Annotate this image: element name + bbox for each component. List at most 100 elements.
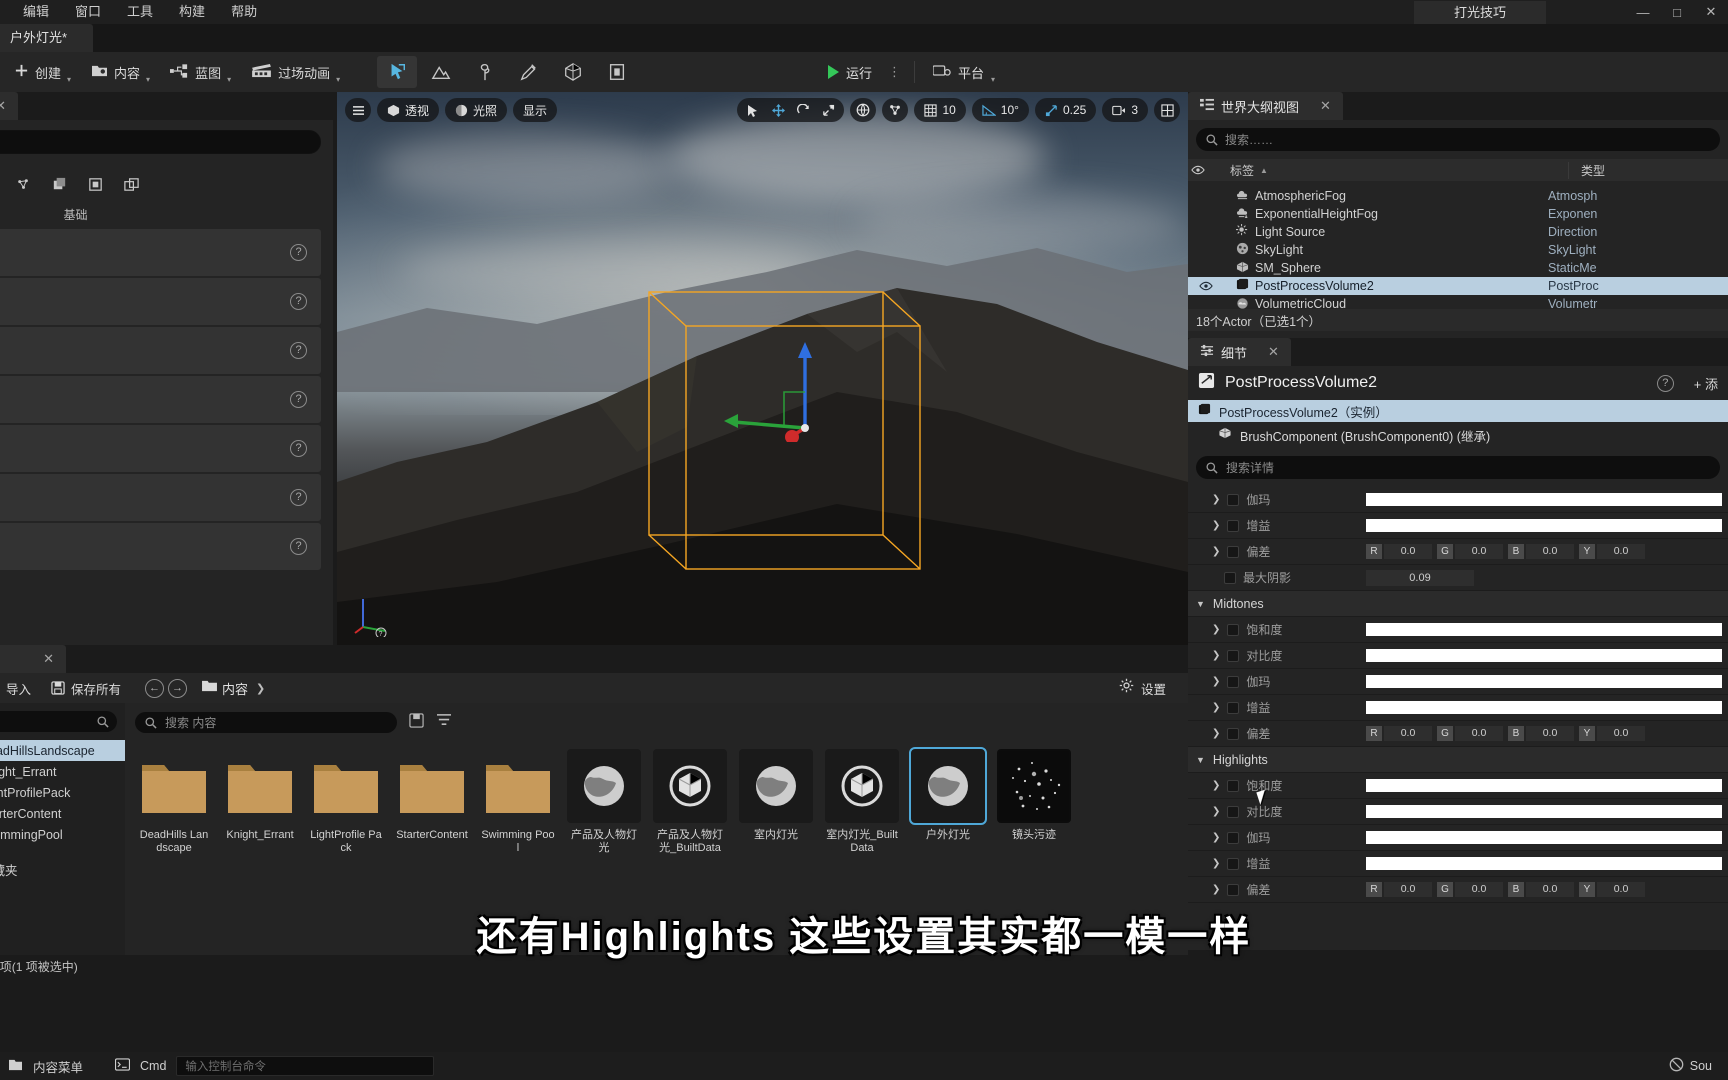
source-control-icon[interactable] [1669,1057,1684,1075]
save-all-button[interactable]: 保存所有 [43,676,129,700]
tree-item-startercontent[interactable]: StarterContent [0,803,125,824]
property-row-offset[interactable]: ❯ 偏差 R 0.0 G 0.0 B 0.0 Y 0.0 [1188,539,1728,565]
help-icon[interactable]: ? [290,489,307,506]
chevron-right-icon[interactable]: ❯ [1212,780,1220,791]
world-outliner-tab[interactable]: 世界大纲视图 ✕ [1188,92,1343,120]
chevron-right-icon[interactable]: ❯ [1212,494,1220,505]
help-icon[interactable]: ? [290,538,307,555]
color-bar[interactable] [1366,701,1722,714]
table-row[interactable]: ExponentialHeightFog Exponen [1188,205,1728,223]
blueprint-button[interactable]: 蓝图 ▾ [160,57,241,87]
property-checkbox[interactable] [1227,857,1240,870]
color-bar[interactable] [1366,805,1722,818]
property-checkbox[interactable] [1227,493,1240,506]
property-row-gain[interactable]: ❯ 增益 [1188,851,1728,877]
tree-item-knight-errant[interactable]: Knight_Errant [0,761,125,782]
rgb-value-b[interactable]: 0.0 [1526,726,1574,741]
chevron-right-icon[interactable]: ❯ [1212,650,1220,661]
folder-item[interactable]: DeadHills Landscape [137,749,211,855]
rgb-value-b[interactable]: 0.0 [1526,882,1574,897]
table-row[interactable]: SM_Sphere StaticMe [1188,259,1728,277]
property-checkbox[interactable] [1227,883,1240,896]
property-row-offset[interactable]: ❯ 偏差 R 0.0 G 0.0 B 0.0 Y 0.0 [1188,721,1728,747]
content-button[interactable]: 内容 ▾ [81,57,160,87]
asset-item[interactable]: 产品及人物灯光 [567,749,641,855]
help-icon[interactable]: ? [1656,374,1674,392]
play-button[interactable]: 运行 [818,57,882,87]
tree-search-input[interactable] [0,711,117,732]
eye-icon[interactable] [1196,281,1216,291]
folder-item[interactable]: StarterContent [395,749,469,855]
close-icon[interactable]: ✕ [1320,98,1331,114]
rgb-value-r[interactable]: 0.0 [1384,882,1432,897]
outliner-type-column[interactable]: 类型 [1568,161,1728,179]
chevron-right-icon[interactable]: ❯ [1212,676,1220,687]
menu-item-window[interactable]: 窗口 [62,0,114,24]
details-tab[interactable]: 细节 ✕ [1188,338,1291,366]
outliner-search-input[interactable]: 搜索…… [1196,128,1720,151]
viewport-layout-icon[interactable] [1154,98,1180,122]
breadcrumb-root[interactable]: 内容 [222,679,248,698]
content-menu-label[interactable]: 内容菜单 [33,1057,83,1076]
maximize-icon[interactable]: □ [1660,5,1694,20]
tree-item-deadhills[interactable]: DeadHillsLandscape [0,740,125,761]
color-bar[interactable] [1366,649,1722,662]
property-row-contrast[interactable]: ❯ 对比度 [1188,799,1728,825]
rgb-value-g[interactable]: 0.0 [1455,882,1503,897]
play-options-icon[interactable]: ⋮ [884,64,906,80]
outliner-label-column[interactable]: 标签 [1208,162,1254,179]
property-checkbox[interactable] [1227,831,1240,844]
asset-item[interactable]: 镜头污迹 [997,749,1071,855]
move-icon[interactable] [767,99,789,121]
grid-snap-button[interactable]: 10 [914,98,966,122]
tree-item-lightprofilepack[interactable]: LightProfilePack [0,782,125,803]
property-checkbox[interactable] [1227,779,1240,792]
chevron-right-icon[interactable]: ❯ [1212,624,1220,635]
globe-icon[interactable] [850,98,877,122]
place-actors-search-input[interactable] [0,130,321,154]
folder-item[interactable]: LightProfile Pack [309,749,383,855]
select-mode-button[interactable] [377,56,417,88]
filter-icon[interactable] [436,713,452,732]
chevron-right-icon[interactable]: ❯ [1212,858,1220,869]
asset-item[interactable]: 室内灯光_BuiltData [825,749,899,855]
forward-icon[interactable]: → [168,678,188,698]
help-icon[interactable]: ? [290,391,307,408]
rgb-value-y[interactable]: 0.0 [1597,544,1645,559]
asset-item[interactable]: 室内灯光 [739,749,813,855]
folder-item[interactable]: Knight_Errant [223,749,297,855]
property-checkbox[interactable] [1224,571,1236,584]
brush-editing-mode-button[interactable] [597,56,637,88]
content-menu-icon[interactable] [8,1058,23,1074]
help-icon[interactable]: ? [290,244,307,261]
scale-snap-button[interactable]: 0.25 [1034,98,1097,122]
menu-item-tools[interactable]: 工具 [114,0,166,24]
menu-item-build[interactable]: 构建 [166,0,218,24]
help-icon[interactable]: ? [290,440,307,457]
details-search-input[interactable]: 搜索详情 [1196,456,1720,479]
property-checkbox[interactable] [1227,701,1240,714]
viewport-show-button[interactable]: 显示 [513,98,558,122]
color-bar[interactable] [1366,779,1722,792]
property-row-max-shadow[interactable]: 最大阴影 0.09 [1188,565,1728,591]
rgb-value-r[interactable]: 0.0 [1384,726,1432,741]
mesh-paint-mode-button[interactable] [509,56,549,88]
rgb-value-r[interactable]: 0.0 [1384,544,1432,559]
table-row[interactable]: Light Source Direction [1188,223,1728,241]
place-actor-row-sphere-trigger[interactable]: 球体触发器 ? [0,523,321,570]
property-checkbox[interactable] [1227,649,1240,662]
search-input[interactable]: 搜索 内容 [135,712,397,733]
console-input[interactable]: 输入控制台命令 [176,1056,435,1076]
select-icon[interactable] [742,99,764,121]
fracture-mode-button[interactable] [553,56,593,88]
chevron-right-icon[interactable]: ❯ [1212,806,1220,817]
property-row-gain[interactable]: ❯ 增益 [1188,513,1728,539]
place-actor-row-character[interactable]: 角色 ? [0,278,321,325]
menu-item-help[interactable]: 帮助 [218,0,270,24]
color-bar[interactable] [1366,675,1722,688]
help-icon[interactable]: ? [290,342,307,359]
place-actor-row-box-trigger[interactable]: 立方体触发器 ? [0,474,321,521]
table-row[interactable]: PostProcessVolume2 PostProc [1188,277,1728,295]
chevron-right-icon[interactable]: ❯ [1212,832,1220,843]
visual-effects-icon[interactable] [10,172,36,196]
